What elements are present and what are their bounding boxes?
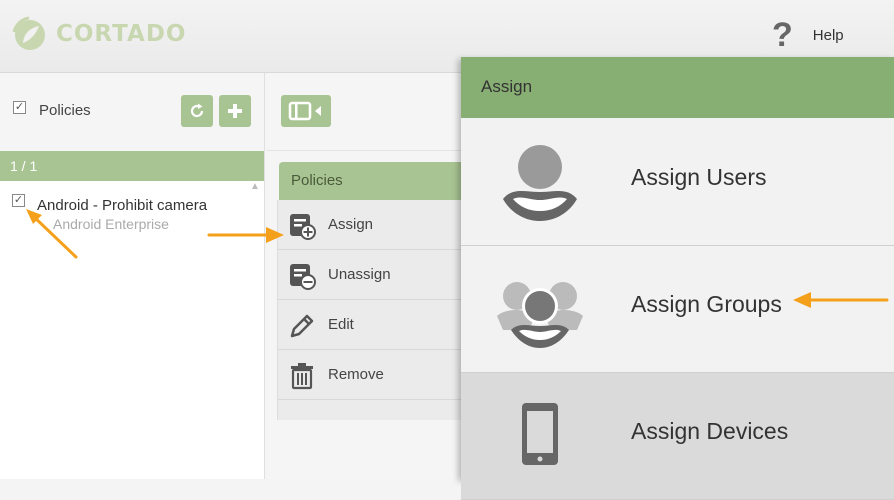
toggle-sidebar-button[interactable]: [281, 95, 331, 127]
annotation-arrow-checkbox: [26, 209, 78, 259]
menu-item-label: Assign: [328, 216, 374, 233]
menu-item-edit[interactable]: Edit: [278, 300, 467, 350]
panel-divider: [266, 150, 466, 151]
plus-icon: [228, 104, 242, 118]
assign-panel-title: Assign: [481, 77, 533, 96]
trash-icon: [291, 363, 313, 390]
policies-list-header: ✓ Policies: [0, 73, 264, 151]
help-link[interactable]: ? Help: [772, 18, 844, 52]
menu-item-assign[interactable]: Assign: [278, 200, 467, 250]
unassign-icon: [290, 264, 316, 290]
policies-list-panel: ✓ Policies 1 / 1 ✓ Android - Prohibit ca…: [0, 73, 265, 479]
policies-list-title: Policies: [39, 102, 91, 119]
assign-users-label: Assign Users: [631, 164, 767, 190]
device-icon: [522, 403, 558, 465]
tab-policies[interactable]: Policies: [279, 162, 466, 208]
menu-item-remove[interactable]: Remove: [278, 350, 467, 400]
assign-devices-label: Assign Devices: [631, 418, 789, 444]
add-policy-button[interactable]: [219, 95, 251, 127]
page-counter: 1 / 1: [10, 158, 38, 174]
assign-devices-option[interactable]: Assign Devices: [461, 373, 894, 500]
menu-item-label: Edit: [328, 316, 354, 333]
sidebar-toggle-icon: [288, 101, 321, 121]
refresh-icon: [190, 103, 204, 118]
assign-icon: [290, 214, 316, 240]
select-all-checkbox[interactable]: ✓: [13, 101, 26, 114]
annotation-arrow-assign: [207, 227, 284, 243]
annotation-arrow-groups: [793, 292, 889, 308]
pencil-icon: [290, 314, 314, 338]
refresh-button[interactable]: [181, 95, 213, 127]
tab-policies-label: Policies: [291, 172, 343, 189]
page-counter-bar: 1 / 1: [0, 151, 264, 181]
leaf-logo-icon: [12, 16, 45, 50]
question-mark-icon: ?: [772, 16, 793, 54]
assign-panel: Assign Assign Users Assign Groups Assign…: [461, 57, 894, 500]
cortado-logo[interactable]: CORTADO: [10, 14, 186, 54]
menu-item-unassign[interactable]: Unassign: [278, 250, 467, 300]
assign-groups-label: Assign Groups: [631, 291, 782, 317]
assign-users-option[interactable]: Assign Users: [461, 119, 894, 246]
action-menu: Assign Unassign Edit Remove: [277, 200, 467, 420]
assign-panel-header: Assign: [461, 57, 894, 118]
menu-item-label: Unassign: [328, 266, 391, 283]
help-label: Help: [812, 26, 844, 44]
logo-text: CORTADO: [56, 21, 187, 47]
action-panel: Policies Assign Unassign Edit Remove: [266, 73, 467, 479]
scroll-up-icon[interactable]: ▲: [250, 181, 260, 192]
group-icon: [497, 282, 583, 348]
user-icon: [503, 145, 577, 221]
menu-item-label: Remove: [328, 366, 384, 383]
